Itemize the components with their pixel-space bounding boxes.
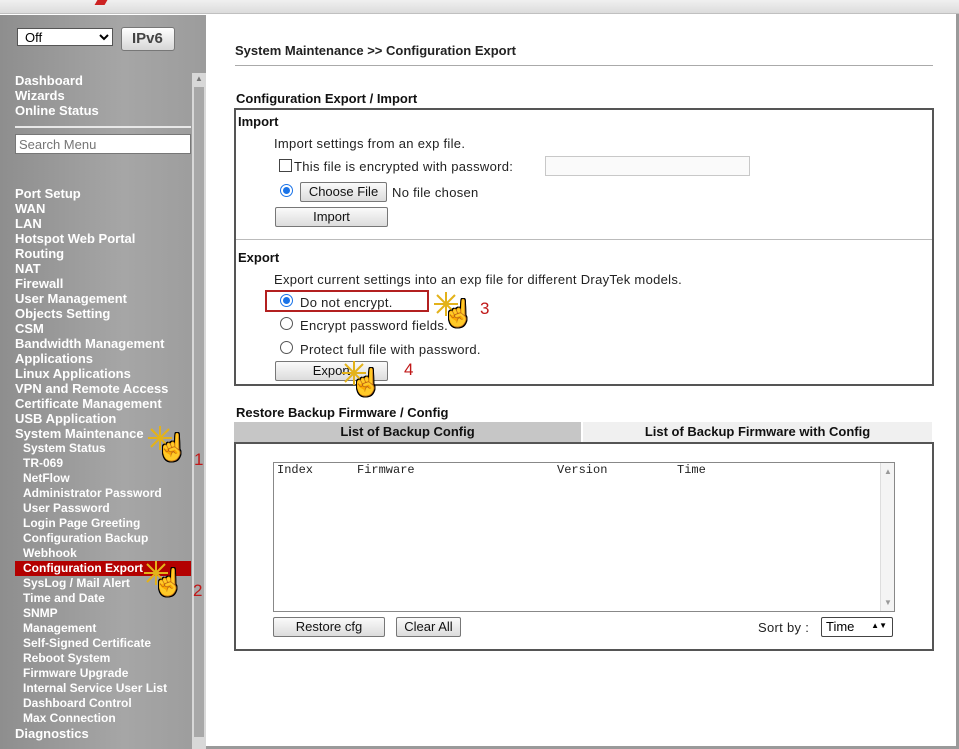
import-file-radio[interactable] [280,184,293,197]
protect-full-label: Protect full file with password. [300,342,481,357]
callout-2: 2 [193,581,203,600]
sidebar-item-lan[interactable]: LAN [15,216,195,231]
tab-list-of-backup-firmware[interactable]: List of Backup Firmware with Config [583,422,932,442]
top-banner [0,0,959,14]
sidebar-item-nat[interactable]: NAT [15,261,195,276]
sort-by-select[interactable]: Time ▲▼ [821,617,893,637]
restore-backup-title: Restore Backup Firmware / Config [236,405,449,420]
sidebar-item-diagnostics[interactable]: Diagnostics [15,726,195,741]
import-button[interactable]: Import [275,207,388,227]
column-time: Time [677,463,706,477]
hand-cursor-icon: ☝ [432,290,476,330]
ipv6-logo-icon[interactable]: IPv6 [121,27,175,51]
sidebar-item-applications[interactable]: Applications [15,351,195,366]
sidebar-subitem-snmp[interactable]: SNMP [15,606,195,621]
sort-by-value: Time [826,619,855,634]
import-heading: Import [238,114,279,129]
sidebar-scrollbar[interactable]: ▲ [192,73,206,749]
sidebar-scroll-thumb[interactable] [194,87,204,737]
pointer-finger-icon: ☝ [442,298,475,328]
sidebar-subitem-administrator-password[interactable]: Administrator Password [15,486,195,501]
sidebar-subitem-configuration-backup[interactable]: Configuration Backup [15,531,195,546]
export-description: Export current settings into an exp file… [274,272,683,287]
sidebar-item-csm[interactable]: CSM [15,321,195,336]
brand-mark [94,0,108,5]
clear-all-button[interactable]: Clear All [396,617,461,637]
sidebar-item-user-management[interactable]: User Management [15,291,195,306]
sidebar-item-routing[interactable]: Routing [15,246,195,261]
sidebar-item-hotspot-web-portal[interactable]: Hotspot Web Portal [15,231,195,246]
search-menu-input[interactable] [15,134,191,154]
sidebar-item-wan[interactable]: WAN [15,201,195,216]
sidebar-top-links: Dashboard Wizards Online Status [15,73,99,118]
callout-3: 3 [480,299,490,318]
sidebar-subitem-management[interactable]: Management [15,621,195,636]
column-index: Index [277,463,314,477]
import-export-divider [236,239,932,240]
export-heading: Export [238,250,280,265]
tab-list-of-backup-config[interactable]: List of Backup Config [234,422,581,442]
sidebar-item-objects-setting[interactable]: Objects Setting [15,306,195,321]
sidebar-divider [15,126,191,128]
sidebar-subitem-netflow[interactable]: NetFlow [15,471,195,486]
restore-panel: Index Firmware Version Time ▲ ▼ Restore … [234,442,934,651]
backup-list-box[interactable]: Index Firmware Version Time ▲ ▼ [273,462,895,612]
sidebar-item-wizards[interactable]: Wizards [15,88,99,103]
sidebar: Off IPv6 Dashboard Wizards Online Status… [0,15,206,749]
sidebar-item-bandwidth-management[interactable]: Bandwidth Management [15,336,195,351]
list-scrollbar[interactable]: ▲ ▼ [880,463,894,611]
pointer-finger-icon: ☝ [156,432,189,462]
config-export-import-panel: Import Import settings from an exp file.… [234,108,934,386]
sidebar-item-certificate-management[interactable]: Certificate Management [15,396,195,411]
no-file-chosen-text: No file chosen [392,185,479,200]
sidebar-subitem-dashboard-control[interactable]: Dashboard Control [15,696,195,711]
sidebar-item-online-status[interactable]: Online Status [15,103,99,118]
import-description: Import settings from an exp file. [274,136,466,151]
title-divider [235,65,933,66]
main-content: System Maintenance >> Configuration Expo… [206,15,956,746]
sidebar-subitem-login-page-greeting[interactable]: Login Page Greeting [15,516,195,531]
sidebar-subitem-firmware-upgrade[interactable]: Firmware Upgrade [15,666,195,681]
page-title: System Maintenance >> Configuration Expo… [235,43,516,58]
pointer-finger-icon: ☝ [152,567,185,597]
sidebar-item-port-setup[interactable]: Port Setup [15,186,195,201]
sidebar-subitem-self-signed-certificate[interactable]: Self-Signed Certificate [15,636,195,651]
scroll-down-icon[interactable]: ▼ [884,598,892,607]
restore-cfg-button[interactable]: Restore cfg [273,617,385,637]
sidebar-item-vpn-remote-access[interactable]: VPN and Remote Access [15,381,195,396]
sidebar-item-linux-applications[interactable]: Linux Applications [15,366,195,381]
sidebar-subitem-max-connection[interactable]: Max Connection [15,711,195,726]
scroll-up-arrow-icon[interactable]: ▲ [192,73,206,85]
encrypted-checkbox[interactable] [279,159,292,172]
protect-full-radio[interactable] [280,341,293,354]
column-version: Version [557,463,608,477]
choose-file-button[interactable]: Choose File [300,182,387,202]
no-encrypt-radio[interactable] [280,294,293,307]
sidebar-subitem-user-password[interactable]: User Password [15,501,195,516]
sidebar-item-dashboard[interactable]: Dashboard [15,73,99,88]
sidebar-subitem-reboot-system[interactable]: Reboot System [15,651,195,666]
hand-cursor-icon: ☝ [146,424,190,464]
hand-cursor-icon: ☝ [142,559,186,599]
mode-select[interactable]: Off [17,28,113,46]
scroll-up-icon[interactable]: ▲ [884,467,892,476]
sidebar-item-firewall[interactable]: Firewall [15,276,195,291]
sort-arrows-icon: ▲▼ [871,621,887,630]
pointer-finger-icon: ☝ [350,367,383,397]
column-firmware: Firmware [357,463,415,477]
no-encrypt-label: Do not encrypt. [300,295,393,310]
encrypt-password-label: Encrypt password fields. [300,318,449,333]
sort-by-label: Sort by : [758,620,810,635]
callout-4: 4 [404,360,414,379]
callout-1: 1 [194,450,204,469]
encrypted-label: This file is encrypted with password: [294,159,514,174]
import-password-field[interactable] [545,156,750,176]
hand-cursor-icon: ☝ [340,359,384,399]
config-export-import-title: Configuration Export / Import [236,91,418,106]
sidebar-subitem-internal-service-user-list[interactable]: Internal Service User List [15,681,195,696]
encrypt-password-radio[interactable] [280,317,293,330]
